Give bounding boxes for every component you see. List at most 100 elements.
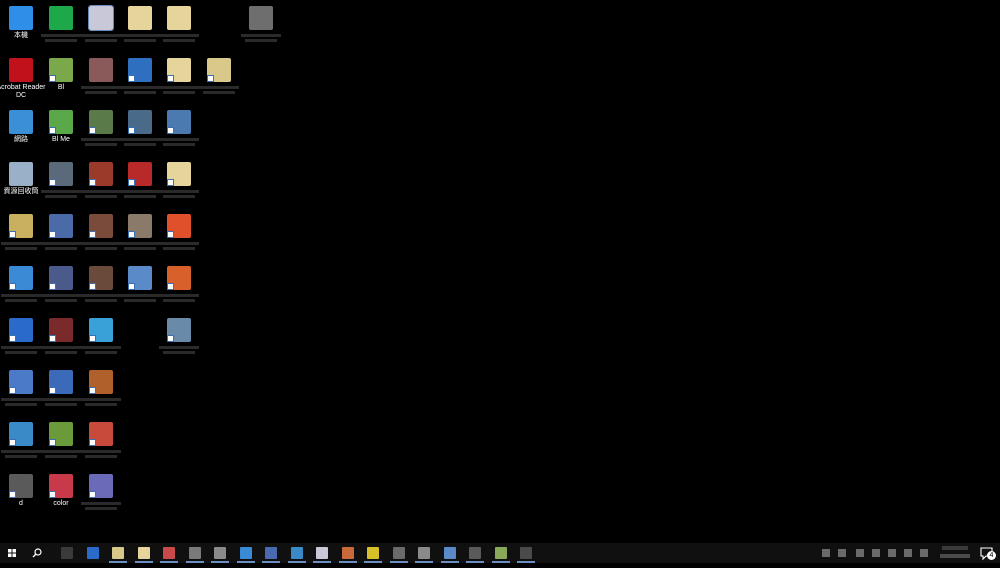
blurred-label bbox=[5, 455, 37, 458]
taskbar-app-button[interactable] bbox=[133, 543, 155, 563]
app-icon bbox=[88, 5, 114, 31]
desktop-icon[interactable] bbox=[40, 3, 82, 51]
taskbar-app-button[interactable] bbox=[260, 543, 282, 563]
desktop-icon[interactable]: Bl Me bbox=[40, 107, 82, 155]
desktop-icon[interactable] bbox=[80, 55, 122, 103]
desktop-icon[interactable]: 本機 bbox=[0, 3, 42, 51]
taskbar-app-button[interactable] bbox=[286, 543, 308, 563]
desktop-icon[interactable] bbox=[80, 471, 122, 519]
blurred-label bbox=[45, 351, 77, 354]
taskbar-app-button[interactable] bbox=[490, 543, 512, 563]
desktop-icon[interactable] bbox=[80, 159, 122, 207]
shortcut-arrow-icon bbox=[9, 439, 16, 446]
desktop-icon[interactable] bbox=[80, 107, 122, 155]
blurred-label bbox=[85, 91, 117, 94]
blurred-label bbox=[159, 190, 199, 193]
blurred-label bbox=[199, 86, 239, 89]
shortcut-arrow-icon bbox=[89, 387, 96, 394]
shortcut-arrow-icon bbox=[89, 179, 96, 186]
desktop-icon[interactable] bbox=[240, 3, 282, 51]
blurred-label bbox=[45, 39, 77, 42]
blurred-label bbox=[159, 34, 199, 37]
desktop-icon[interactable] bbox=[40, 159, 82, 207]
tray-icon[interactable] bbox=[872, 549, 880, 557]
desktop-icon[interactable]: Acrobat Reader DC bbox=[0, 55, 46, 103]
desktop-icon[interactable] bbox=[119, 159, 161, 207]
shortcut-arrow-icon bbox=[207, 75, 214, 82]
blurred-label bbox=[81, 34, 121, 37]
desktop-icon[interactable] bbox=[80, 211, 122, 259]
desktop-icon[interactable] bbox=[0, 263, 42, 311]
taskbar-app-button[interactable] bbox=[515, 543, 537, 563]
taskbar-app-button[interactable] bbox=[184, 543, 206, 563]
taskbar-app-button[interactable] bbox=[82, 543, 104, 563]
search-button[interactable] bbox=[27, 543, 47, 563]
desktop-icon[interactable]: 網路 bbox=[0, 107, 42, 155]
desktop-icon[interactable] bbox=[40, 211, 82, 259]
desktop-icon[interactable]: 資源回收筒 bbox=[0, 159, 42, 207]
tray-icon[interactable] bbox=[904, 549, 912, 557]
tray-icon[interactable] bbox=[856, 549, 864, 557]
taskbar-app-button[interactable] bbox=[311, 543, 333, 563]
desktop-icon[interactable] bbox=[119, 55, 161, 103]
desktop-icon[interactable] bbox=[119, 3, 161, 51]
app-icon bbox=[249, 6, 273, 30]
taskbar-app-button[interactable] bbox=[439, 543, 461, 563]
desktop-icon[interactable] bbox=[0, 419, 42, 467]
taskbar-app-button[interactable] bbox=[209, 543, 231, 563]
shortcut-arrow-icon bbox=[128, 127, 135, 134]
desktop-icon[interactable] bbox=[80, 419, 122, 467]
desktop-icon[interactable] bbox=[198, 55, 240, 103]
taskbar-app-button[interactable] bbox=[337, 543, 359, 563]
taskbar-app-button[interactable] bbox=[362, 543, 384, 563]
desktop-icon[interactable]: color bbox=[40, 471, 82, 519]
blurred-label bbox=[163, 299, 195, 302]
desktop-icon[interactable] bbox=[158, 159, 200, 207]
desktop-icon[interactable] bbox=[158, 3, 200, 51]
desktop-icon[interactable] bbox=[158, 107, 200, 155]
start-button[interactable] bbox=[0, 543, 24, 563]
action-center-button[interactable]: 4 bbox=[976, 543, 1000, 563]
desktop-icon[interactable] bbox=[0, 315, 42, 363]
desktop-icon[interactable]: Bl bbox=[40, 55, 82, 103]
desktop-icon[interactable] bbox=[119, 211, 161, 259]
taskbar-app-button[interactable] bbox=[464, 543, 486, 563]
tray-icon[interactable] bbox=[920, 549, 928, 557]
desktop-icon[interactable] bbox=[0, 211, 42, 259]
taskbar-app-button[interactable] bbox=[158, 543, 180, 563]
taskbar-app-button[interactable] bbox=[107, 543, 129, 563]
desktop-icon[interactable] bbox=[80, 367, 122, 415]
shortcut-arrow-icon bbox=[128, 75, 135, 82]
taskbar-app-button[interactable] bbox=[56, 543, 78, 563]
desktop-icon[interactable] bbox=[158, 315, 200, 363]
tray-icon[interactable] bbox=[888, 549, 896, 557]
taskbar-app-icon bbox=[392, 547, 405, 559]
tray-icon[interactable] bbox=[838, 549, 846, 557]
blurred-label bbox=[85, 247, 117, 250]
desktop-icon[interactable] bbox=[40, 367, 82, 415]
shortcut-arrow-icon bbox=[49, 335, 56, 342]
blurred-label bbox=[124, 91, 156, 94]
shortcut-arrow-icon bbox=[9, 231, 16, 238]
desktop-icon[interactable] bbox=[80, 315, 122, 363]
clock[interactable] bbox=[938, 543, 972, 563]
desktop-icon[interactable] bbox=[80, 263, 122, 311]
tray-icon[interactable] bbox=[822, 549, 830, 557]
desktop-icon[interactable] bbox=[40, 315, 82, 363]
shortcut-arrow-icon bbox=[49, 491, 56, 498]
taskbar-app-icon bbox=[341, 547, 354, 559]
desktop-icon[interactable]: d bbox=[0, 471, 42, 519]
desktop-icon[interactable] bbox=[80, 3, 122, 51]
taskbar-app-button[interactable] bbox=[388, 543, 410, 563]
desktop-icon[interactable] bbox=[0, 367, 42, 415]
desktop-icon[interactable] bbox=[40, 419, 82, 467]
blurred-label bbox=[5, 299, 37, 302]
desktop-icon[interactable] bbox=[158, 211, 200, 259]
desktop-icon[interactable] bbox=[158, 55, 200, 103]
taskbar-app-button[interactable] bbox=[235, 543, 257, 563]
taskbar-app-button[interactable] bbox=[413, 543, 435, 563]
desktop-icon[interactable] bbox=[119, 107, 161, 155]
desktop-icon[interactable] bbox=[119, 263, 161, 311]
desktop-icon[interactable] bbox=[40, 263, 82, 311]
desktop-icon[interactable] bbox=[158, 263, 200, 311]
